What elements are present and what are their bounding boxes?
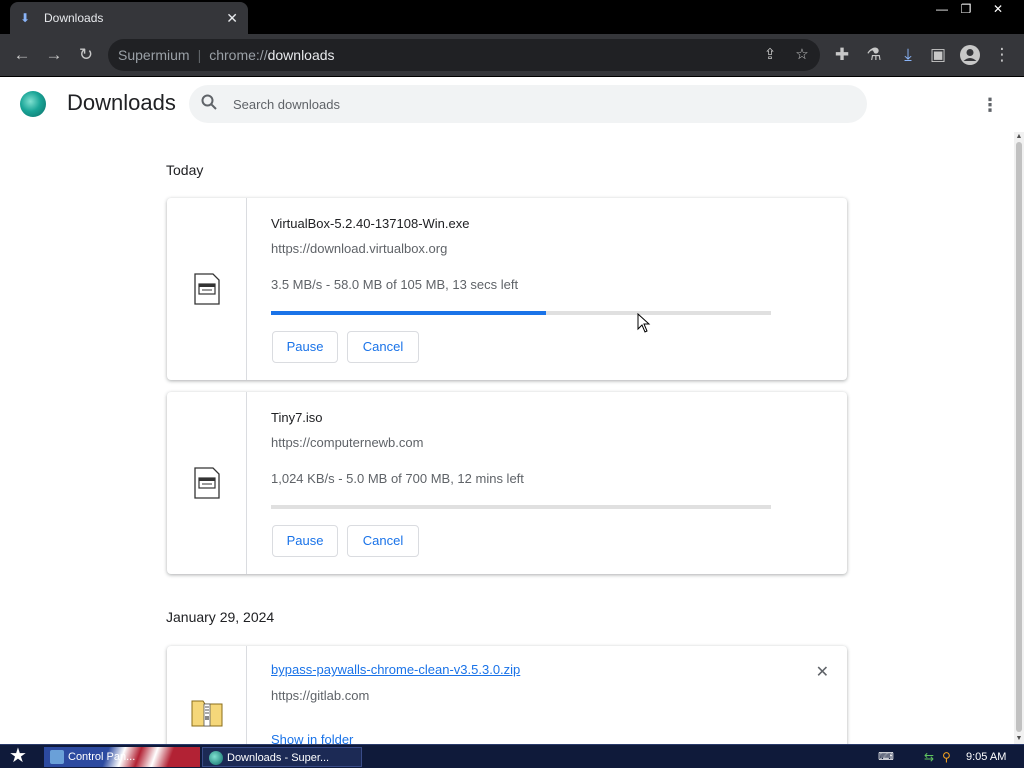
tab-strip: ⬇ Downloads ✕ — ❐ ✕ (0, 0, 1024, 34)
zip-folder-icon (191, 700, 223, 727)
supermium-logo-icon (20, 91, 46, 117)
mouse-cursor-icon (637, 313, 651, 333)
clock: 9:05 AM (966, 751, 1007, 763)
start-star-icon[interactable]: ★ (4, 745, 32, 769)
download-item: Tiny7.iso https://computernewb.com 1,024… (167, 392, 847, 574)
tab-title: Downloads (44, 11, 104, 25)
bookmark-star-icon[interactable]: ☆ (788, 41, 816, 69)
search-icon (201, 94, 217, 114)
download-item: bypass-paywalls-chrome-clean-v3.5.3.0.zi… (167, 646, 847, 744)
taskbar-label: Control Pan... (68, 751, 136, 763)
os-taskbar: ★ Control Pan... Downloads - Super... ⌨ … (0, 744, 1024, 768)
keyboard-icon[interactable]: ⌨ (878, 747, 894, 767)
network-icon[interactable]: ⇆ (924, 747, 934, 767)
share-icon[interactable]: ⇪ (756, 41, 784, 69)
page-scrollbar[interactable]: ▲ ▼ (1014, 132, 1024, 744)
page-title: Downloads (67, 90, 176, 115)
forward-arrow-icon[interactable]: → (40, 41, 68, 69)
browser-toolbar: ← → ↻ Supermium | chrome:// downloads ⇪ … (0, 34, 1024, 77)
address-bar[interactable]: Supermium | chrome:// downloads ⇪ ☆ (108, 39, 820, 71)
show-in-folder-link[interactable]: Show in folder (271, 732, 353, 744)
progress-bar (271, 505, 771, 509)
download-status: 3.5 MB/s - 58.0 MB of 105 MB, 13 secs le… (271, 277, 519, 292)
reload-icon[interactable]: ↻ (72, 41, 100, 69)
side-panel-icon[interactable]: ▣ (924, 41, 952, 69)
download-item: VirtualBox-5.2.40-137108-Win.exe https:/… (167, 198, 847, 380)
taskbar-label: Downloads - Super... (227, 752, 330, 764)
profile-avatar-icon[interactable] (956, 41, 984, 69)
file-name-link[interactable]: bypass-paywalls-chrome-clean-v3.5.3.0.zi… (271, 662, 520, 677)
omnibox-separator: | (197, 47, 202, 63)
progress-bar (271, 311, 771, 315)
tab-downloads[interactable]: ⬇ Downloads ✕ (10, 2, 248, 34)
search-input[interactable] (233, 96, 833, 112)
download-indicator-icon[interactable]: ⤓ (894, 41, 922, 69)
file-source-url[interactable]: https://computernewb.com (271, 435, 423, 450)
menu-kebab-icon[interactable]: ⋮ (988, 41, 1016, 69)
download-icon: ⬇ (20, 11, 31, 25)
search-tray-icon[interactable]: ⚲ (942, 747, 951, 767)
downloads-header: Downloads ⋮ (0, 77, 1024, 132)
progress-fill (271, 311, 546, 315)
cancel-button[interactable]: Cancel (347, 331, 419, 363)
labs-flask-icon[interactable]: ⚗ (860, 41, 888, 69)
file-icon-column (167, 392, 247, 574)
taskbar-item-downloads[interactable]: Downloads - Super... (202, 747, 362, 767)
extensions-icon[interactable]: ✚ (828, 41, 856, 69)
scroll-down-arrow-icon[interactable]: ▼ (1014, 734, 1024, 744)
more-actions-icon[interactable]: ⋮ (980, 93, 1000, 117)
scroll-up-arrow-icon[interactable]: ▲ (1014, 132, 1024, 142)
file-name[interactable]: Tiny7.iso (271, 410, 323, 425)
omnibox-url-prefix: chrome:// (209, 47, 268, 63)
remove-close-icon[interactable]: ✕ (816, 662, 829, 682)
file-name[interactable]: VirtualBox-5.2.40-137108-Win.exe (271, 216, 470, 231)
window-close-button[interactable]: ✕ (984, 0, 1012, 18)
control-panel-icon (50, 750, 64, 764)
file-icon-column (167, 198, 247, 380)
exe-file-icon (194, 273, 220, 305)
omnibox-scheme: Supermium (118, 47, 190, 63)
date-header-today: Today (166, 162, 204, 178)
download-status: 1,024 KB/s - 5.0 MB of 700 MB, 12 mins l… (271, 471, 524, 486)
taskbar-item-control-panel[interactable]: Control Pan... (44, 747, 200, 767)
omnibox-url-host: downloads (267, 47, 335, 63)
restore-button[interactable]: ❐ (952, 0, 980, 18)
date-header-jan-29: January 29, 2024 (166, 609, 275, 625)
tab-close-icon[interactable]: ✕ (226, 10, 238, 27)
pause-button[interactable]: Pause (272, 331, 338, 363)
search-bar[interactable] (189, 85, 867, 123)
scroll-thumb[interactable] (1016, 142, 1022, 732)
iso-file-icon (194, 467, 220, 499)
pause-button[interactable]: Pause (272, 525, 338, 557)
downloads-list: Today VirtualBox-5.2.40-137108-Win.exe h… (0, 132, 1014, 744)
file-source-url[interactable]: https://download.virtualbox.org (271, 241, 447, 256)
cancel-button[interactable]: Cancel (347, 525, 419, 557)
supermium-taskbar-icon (209, 751, 223, 765)
back-arrow-icon[interactable]: ← (8, 41, 36, 69)
file-source-url[interactable]: https://gitlab.com (271, 688, 369, 703)
file-icon-column (167, 646, 247, 744)
